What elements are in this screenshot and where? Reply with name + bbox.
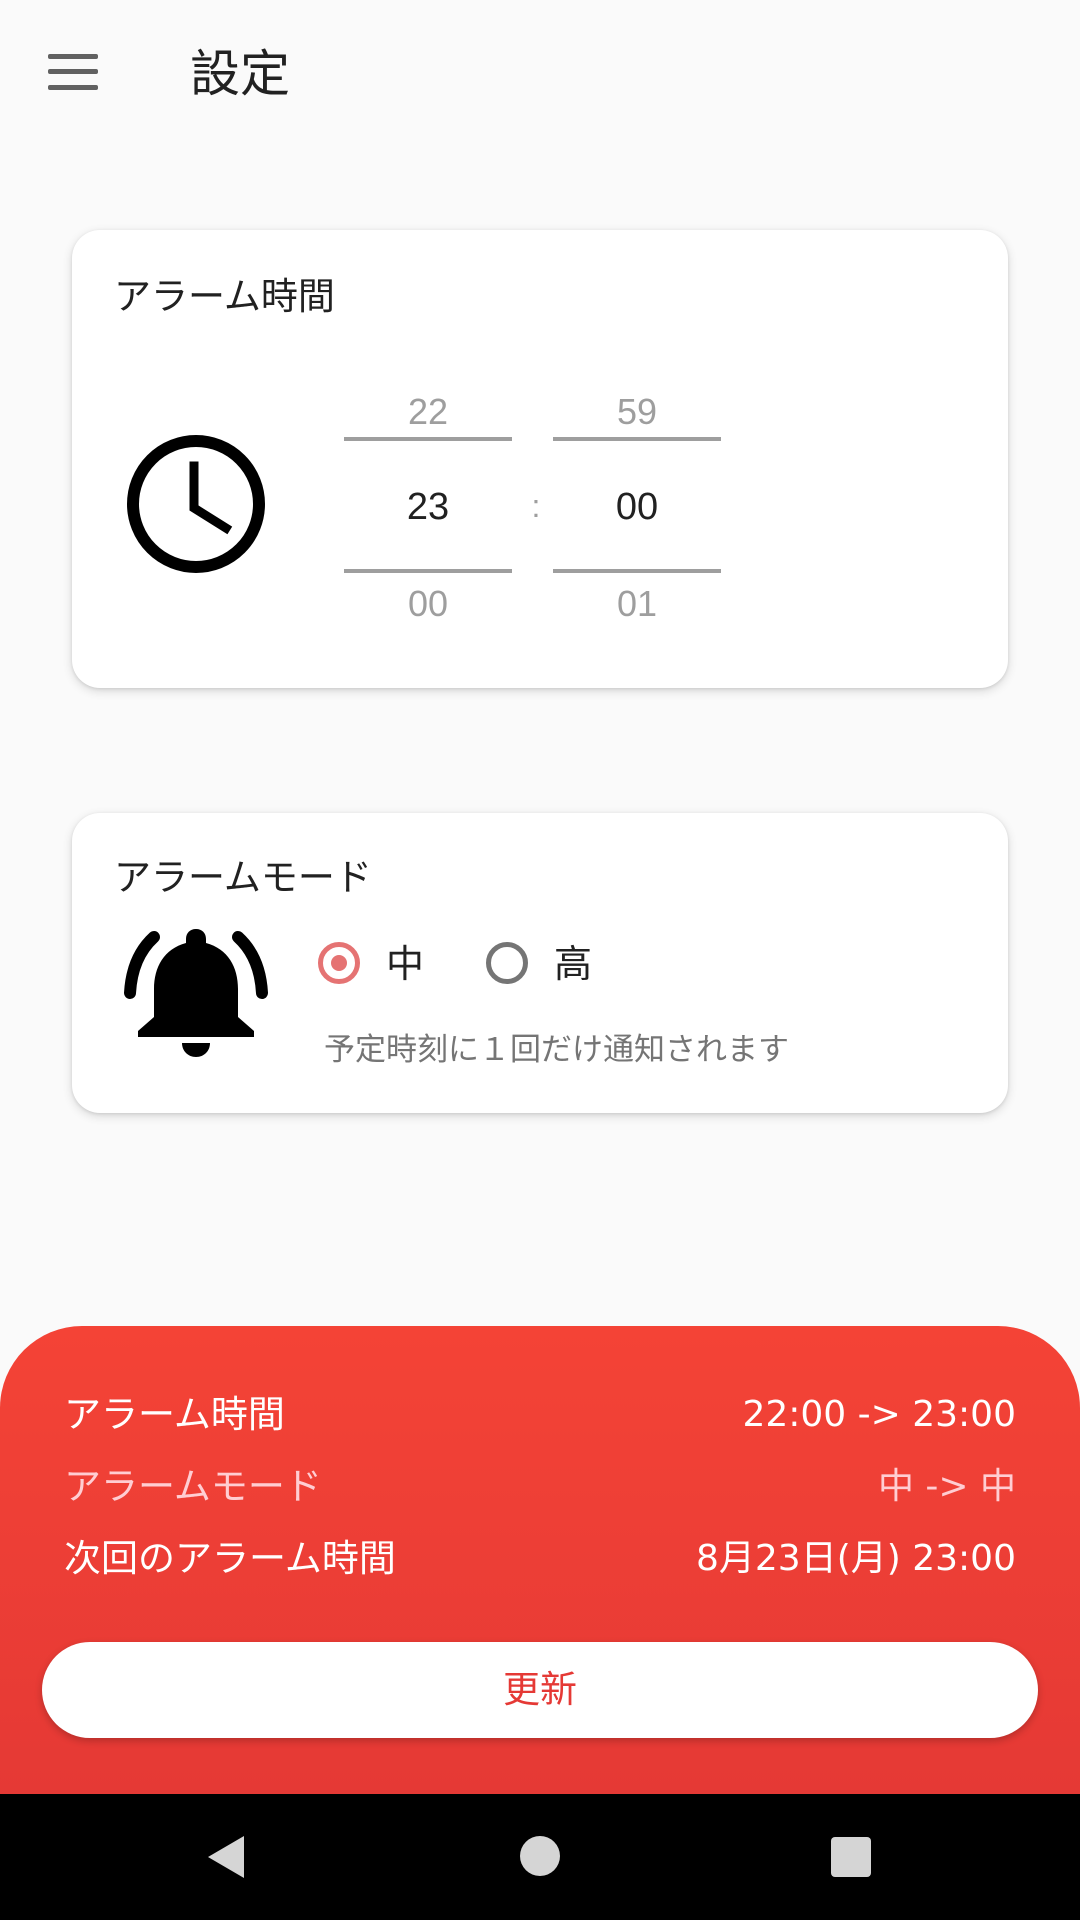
hour-picker-divider-top <box>344 437 512 441</box>
summary-label: アラーム時間 <box>64 1393 285 1436</box>
minute-next-value[interactable]: 01 <box>553 582 721 626</box>
alarm-mode-description: 予定時刻に１回だけ通知されます <box>324 1032 789 1068</box>
alarm-mode-card: アラームモード 中 高 予定時刻に１回だけ通知されます <box>72 813 1008 1113</box>
minute-picker-divider-top <box>553 437 721 441</box>
hour-current-value[interactable]: 23 <box>344 484 512 530</box>
summary-row-alarm-time: アラーム時間 22:00 -> 23:00 <box>64 1390 1016 1440</box>
clock-icon <box>127 435 265 573</box>
hamburger-menu-icon[interactable] <box>48 52 98 92</box>
radio-option-high[interactable]: 高 <box>486 939 606 997</box>
update-button[interactable]: 更新 <box>42 1642 1038 1738</box>
radio-unselected-icon[interactable] <box>486 942 528 984</box>
hour-picker-divider-bottom <box>344 569 512 573</box>
summary-row-alarm-mode: アラームモード 中 -> 中 <box>64 1462 1016 1512</box>
minute-picker-divider-bottom <box>553 569 721 573</box>
radio-label-high[interactable]: 高 <box>554 939 592 989</box>
summary-value: 22:00 -> 23:00 <box>742 1394 1016 1435</box>
minute-current-value[interactable]: 00 <box>553 484 721 530</box>
summary-value: 8月23日(月) 23:00 <box>696 1538 1016 1579</box>
bell-icon <box>124 929 268 1057</box>
summary-value: 中 -> 中 <box>877 1466 1016 1507</box>
hour-next-value[interactable]: 00 <box>344 582 512 626</box>
minute-prev-value[interactable]: 59 <box>553 390 721 434</box>
home-circle-icon[interactable] <box>520 1836 560 1876</box>
back-triangle-icon[interactable] <box>206 1834 246 1880</box>
minute-picker[interactable]: 59 00 01 <box>553 380 721 624</box>
update-button-label[interactable]: 更新 <box>503 1668 577 1711</box>
alarm-time-card: アラーム時間 22 23 00 : 59 00 01 <box>72 230 1008 688</box>
alarm-mode-title: アラームモード <box>114 856 372 899</box>
radio-selected-icon[interactable] <box>318 942 360 984</box>
summary-label: アラームモード <box>64 1465 322 1508</box>
page-title: 設定 <box>190 45 290 103</box>
recents-square-icon[interactable] <box>831 1837 871 1877</box>
alarm-time-title: アラーム時間 <box>114 275 335 318</box>
time-separator: : <box>531 488 541 524</box>
app-bar: 設定 <box>0 0 1080 150</box>
summary-label: 次回のアラーム時間 <box>64 1537 396 1580</box>
radio-label-medium[interactable]: 中 <box>386 939 424 989</box>
hour-prev-value[interactable]: 22 <box>344 390 512 434</box>
system-nav-bar <box>0 1794 1080 1920</box>
summary-row-next-alarm: 次回のアラーム時間 8月23日(月) 23:00 <box>64 1534 1016 1584</box>
radio-option-medium[interactable]: 中 <box>318 939 438 997</box>
summary-panel: アラーム時間 22:00 -> 23:00 アラームモード 中 -> 中 次回の… <box>0 1326 1080 1794</box>
hour-picker[interactable]: 22 23 00 <box>344 380 512 624</box>
